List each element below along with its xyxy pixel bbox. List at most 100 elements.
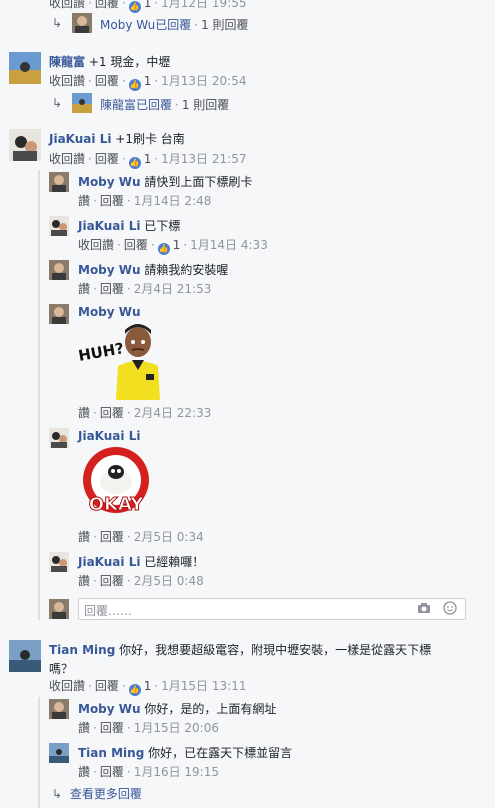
reply-actions: 讚 · 回覆 · 1月16日 19:15: [78, 765, 219, 779]
avatar[interactable]: [49, 428, 69, 448]
reply-text: 已經賴囉！: [144, 555, 205, 569]
okay-sticker[interactable]: OKAY: [78, 446, 158, 522]
reply-body: Moby Wu 請賴我約安裝喔: [78, 261, 228, 278]
avatar: [72, 13, 92, 33]
reply-author[interactable]: Moby Wu: [78, 305, 141, 319]
reply-link[interactable]: 回覆: [95, 74, 119, 88]
comment-author[interactable]: Tian Ming: [49, 643, 115, 657]
huh-sticker[interactable]: HUH?: [76, 320, 166, 400]
unlike-link[interactable]: 收回讚: [78, 238, 114, 252]
reply-link[interactable]: 回覆: [124, 238, 148, 252]
avatar[interactable]: [49, 172, 69, 192]
like-link[interactable]: 讚: [78, 282, 90, 296]
comment-actions: 收回讚 · 回覆 · 👍 1 · 1月15日 13:11: [49, 679, 247, 696]
like-link[interactable]: 讚: [78, 574, 90, 588]
reply-link[interactable]: 回覆: [100, 530, 124, 544]
avatar[interactable]: [9, 640, 41, 672]
reply-summary[interactable]: ↳ Moby Wu已回覆 · 1 則回覆: [52, 13, 249, 33]
camera-icon[interactable]: [417, 602, 431, 617]
reply-link[interactable]: 回覆: [100, 406, 124, 420]
reply-text: 請快到上面下標刷卡: [144, 175, 253, 189]
comment-text: +1 現金，中壢: [88, 55, 171, 69]
avatar[interactable]: [49, 260, 69, 280]
svg-text:OKAY: OKAY: [89, 494, 144, 515]
reply-actions: 讚 · 回覆 · 2月5日 0:34: [78, 530, 204, 544]
reply-body: JiaKuai Li: [78, 429, 140, 443]
reply-text: 你好，已在露天下標並留言: [148, 746, 293, 760]
unlike-link[interactable]: 收回讚: [49, 74, 85, 88]
like-link[interactable]: 讚: [78, 530, 90, 544]
avatar[interactable]: [49, 552, 69, 572]
reply-author[interactable]: JiaKuai Li: [78, 429, 140, 443]
comment-body: 陳龍富 +1 現金，中壢: [49, 53, 170, 70]
reply-actions: 讚 · 回覆 · 2月5日 0:48: [78, 574, 204, 588]
unlike-link[interactable]: 收回讚: [49, 152, 85, 166]
like-link[interactable]: 讚: [78, 765, 90, 779]
reply-body: Moby Wu: [78, 305, 141, 319]
reply-author[interactable]: JiaKuai Li: [78, 219, 140, 233]
reply-link[interactable]: 回覆: [100, 194, 124, 208]
like-link[interactable]: 讚: [78, 194, 90, 208]
reply-link[interactable]: 回覆: [100, 574, 124, 588]
comment-author[interactable]: JiaKuai Li: [49, 132, 111, 146]
like-count[interactable]: 1: [144, 679, 152, 693]
reply-author[interactable]: Tian Ming: [78, 746, 144, 760]
reply-link[interactable]: 回覆: [100, 721, 124, 735]
avatar[interactable]: [9, 129, 41, 161]
comment-actions: 收回讚 · 回覆 · 👍 1 · 1月13日 21:57: [49, 152, 247, 169]
like-count[interactable]: 1: [173, 238, 181, 252]
comment-actions: 收回讚 · 回覆 · 👍 1 · 1月12日 19:55: [49, 0, 246, 13]
reply-author[interactable]: JiaKuai Li: [78, 555, 140, 569]
like-link[interactable]: 讚: [78, 721, 90, 735]
reply-link[interactable]: 回覆: [95, 0, 119, 10]
timestamp[interactable]: 2月4日 22:33: [134, 406, 212, 420]
like-icon: 👍: [128, 684, 141, 696]
current-user-avatar: [49, 599, 69, 619]
timestamp[interactable]: 1月14日 4:33: [190, 238, 268, 252]
reply-link[interactable]: 回覆: [95, 152, 119, 166]
unlike-link[interactable]: 收回讚: [49, 679, 85, 693]
like-count[interactable]: 1: [144, 152, 152, 166]
reply-link[interactable]: 回覆: [100, 765, 124, 779]
timestamp[interactable]: 1月13日 21:57: [161, 152, 246, 166]
like-icon: 👍: [128, 157, 141, 169]
thread-line: [38, 697, 40, 808]
timestamp[interactable]: 2月5日 0:34: [134, 530, 204, 544]
avatar[interactable]: [49, 304, 69, 324]
timestamp[interactable]: 1月14日 2:48: [134, 194, 212, 208]
avatar[interactable]: [9, 52, 41, 84]
reply-link[interactable]: 回覆: [100, 282, 124, 296]
like-link[interactable]: 讚: [78, 406, 90, 420]
timestamp[interactable]: 1月15日 20:06: [134, 721, 219, 735]
like-count[interactable]: 1: [144, 74, 152, 88]
timestamp[interactable]: 2月5日 0:48: [134, 574, 204, 588]
reply-author[interactable]: Moby Wu: [78, 263, 141, 277]
avatar: [72, 93, 92, 113]
timestamp[interactable]: 1月13日 20:54: [161, 74, 246, 88]
reply-arrow-icon: ↳: [52, 96, 63, 110]
reply-actions: 讚 · 回覆 · 2月4日 22:33: [78, 406, 212, 420]
reply-input[interactable]: 回覆……: [78, 598, 466, 620]
reply-text: 請賴我約安裝喔: [144, 263, 229, 277]
timestamp[interactable]: 1月15日 13:11: [161, 679, 246, 693]
view-more-replies[interactable]: ↳ 查看更多回覆: [52, 785, 142, 802]
timestamp[interactable]: 1月16日 19:15: [134, 765, 219, 779]
reply-author[interactable]: Moby Wu: [78, 175, 141, 189]
comment-text-continued: 嗎？: [49, 662, 74, 676]
timestamp[interactable]: 2月4日 21:53: [134, 282, 212, 296]
reply-author[interactable]: Moby Wu: [78, 702, 141, 716]
comment-actions: 收回讚 · 回覆 · 👍 1 · 1月13日 20:54: [49, 74, 247, 91]
reply-text: 你好，是的，上面有網址: [144, 702, 277, 716]
reply-actions: 讚 · 回覆 · 2月4日 21:53: [78, 282, 212, 296]
avatar[interactable]: [49, 699, 69, 719]
reply-body: Moby Wu 請快到上面下標刷卡: [78, 173, 252, 190]
view-more-label[interactable]: 查看更多回覆: [70, 787, 142, 801]
comment-text: +1刷卡 台南: [115, 132, 185, 146]
comment-author[interactable]: 陳龍富: [49, 55, 85, 69]
avatar[interactable]: [49, 216, 69, 236]
reply-link[interactable]: 回覆: [95, 679, 119, 693]
unlike-link[interactable]: 收回讚: [49, 0, 85, 10]
emoji-icon[interactable]: [443, 601, 457, 618]
reply-summary[interactable]: ↳ 陳龍富已回覆 · 1 則回覆: [52, 93, 352, 113]
avatar[interactable]: [49, 743, 69, 763]
